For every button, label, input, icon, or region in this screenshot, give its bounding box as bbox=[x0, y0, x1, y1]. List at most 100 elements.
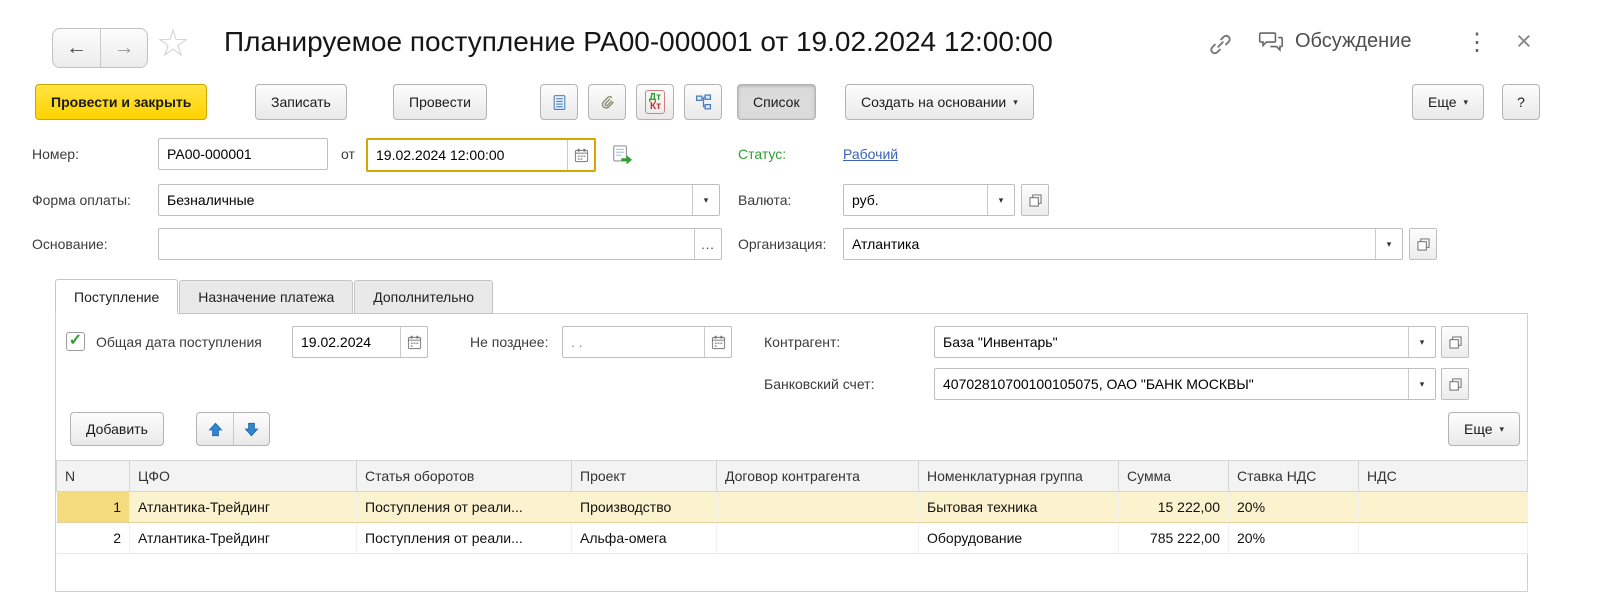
payment-form-label: Форма оплаты: bbox=[32, 192, 131, 208]
cell-vat[interactable] bbox=[1359, 492, 1528, 523]
cell-project[interactable]: Производство bbox=[572, 492, 717, 523]
not-later-input[interactable]: . . bbox=[562, 326, 732, 358]
tab-additional[interactable]: Дополнительно bbox=[354, 280, 493, 314]
help-button[interactable]: ? bbox=[1502, 84, 1540, 120]
contractor-label: Контрагент: bbox=[764, 334, 840, 350]
check-icon: ✓ bbox=[69, 333, 82, 349]
number-row: Номер: РА00-000001 от 19.02.2024 12:00:0… bbox=[0, 138, 1600, 172]
chevron-down-icon[interactable]: ▾ bbox=[692, 185, 719, 215]
contractor-select[interactable]: База "Инвентарь" ▾ bbox=[934, 326, 1436, 358]
cell-project[interactable]: Альфа-омега bbox=[572, 523, 717, 554]
cell-group[interactable]: Оборудование bbox=[919, 523, 1119, 554]
calendar-icon[interactable] bbox=[704, 327, 731, 357]
more-label: Еще bbox=[1464, 421, 1493, 437]
col-header-sum[interactable]: Сумма bbox=[1119, 461, 1229, 492]
forward-arrow-icon: → bbox=[114, 36, 135, 60]
table-header-row: N ЦФО Статья оборотов Проект Договор кон… bbox=[57, 461, 1528, 492]
document-movements-button[interactable]: ДтКт bbox=[636, 84, 674, 120]
back-arrow-icon: ← bbox=[66, 36, 87, 60]
chevron-down-icon[interactable]: ▾ bbox=[1375, 229, 1402, 259]
cell-article[interactable]: Поступления от реали... bbox=[357, 492, 572, 523]
basis-input[interactable]: ... bbox=[158, 228, 722, 260]
currency-label: Валюта: bbox=[738, 192, 791, 208]
cell-group[interactable]: Бытовая техника bbox=[919, 492, 1119, 523]
currency-open-button[interactable] bbox=[1021, 184, 1049, 216]
save-button[interactable]: Записать bbox=[255, 84, 347, 120]
discussion-button[interactable]: Обсуждение bbox=[1258, 30, 1412, 53]
forward-button[interactable]: → bbox=[100, 29, 147, 67]
structure-button[interactable] bbox=[684, 84, 722, 120]
favorite-star-icon[interactable]: ☆ bbox=[156, 22, 190, 66]
list-button[interactable]: Список bbox=[737, 84, 816, 120]
close-icon[interactable]: × bbox=[1516, 26, 1532, 57]
payment-form-value: Безналичные bbox=[159, 192, 692, 208]
open-icon bbox=[1449, 378, 1462, 391]
copy-link-icon[interactable] bbox=[1208, 32, 1233, 57]
choose-button[interactable]: ... bbox=[694, 229, 721, 259]
dt-kt-icon: ДтКт bbox=[645, 90, 665, 114]
post-and-close-button[interactable]: Провести и закрыть bbox=[35, 84, 207, 120]
number-input[interactable]: РА00-000001 bbox=[158, 138, 328, 170]
bank-account-select[interactable]: 40702810700100105075, ОАО "БАНК МОСКВЫ" … bbox=[934, 368, 1436, 400]
common-date-checkbox[interactable]: ✓ bbox=[66, 332, 85, 351]
col-header-contract[interactable]: Договор контрагента bbox=[717, 461, 919, 492]
contractor-open-button[interactable] bbox=[1441, 326, 1469, 358]
back-button[interactable]: ← bbox=[53, 29, 100, 67]
col-header-group[interactable]: Номенклатурная группа bbox=[919, 461, 1119, 492]
col-header-n[interactable]: N bbox=[57, 461, 130, 492]
cell-vat-rate[interactable]: 20% bbox=[1229, 492, 1359, 523]
post-button[interactable]: Провести bbox=[393, 84, 487, 120]
tab-payment-purpose[interactable]: Назначение платежа bbox=[179, 280, 353, 314]
contractor-value: База "Инвентарь" bbox=[935, 334, 1408, 350]
col-header-project[interactable]: Проект bbox=[572, 461, 717, 492]
chevron-down-icon[interactable]: ▾ bbox=[1408, 327, 1435, 357]
bank-account-row: Банковский счет: 40702810700100105075, О… bbox=[0, 368, 1600, 400]
cell-article[interactable]: Поступления от реали... bbox=[357, 523, 572, 554]
cell-cfo[interactable]: Атлантика-Трейдинг bbox=[130, 523, 357, 554]
table-row[interactable]: 1 Атлантика-Трейдинг Поступления от реал… bbox=[57, 492, 1528, 523]
chevron-down-icon[interactable]: ▾ bbox=[987, 185, 1014, 215]
calendar-icon[interactable] bbox=[400, 327, 427, 357]
add-row-button[interactable]: Добавить bbox=[70, 412, 164, 446]
chevron-down-icon[interactable]: ▾ bbox=[1408, 369, 1435, 399]
kebab-menu-icon[interactable]: ⋮ bbox=[1465, 28, 1489, 57]
cell-vat-rate[interactable]: 20% bbox=[1229, 523, 1359, 554]
from-label: от bbox=[341, 146, 355, 162]
cell-cfo[interactable]: Атлантика-Трейдинг bbox=[130, 492, 357, 523]
cell-sum[interactable]: 785 222,00 bbox=[1119, 523, 1229, 554]
col-header-cfo[interactable]: ЦФО bbox=[130, 461, 357, 492]
cell-n[interactable]: 2 bbox=[57, 523, 130, 554]
hierarchy-icon bbox=[695, 94, 712, 111]
not-later-label: Не позднее: bbox=[470, 334, 548, 350]
common-date-input[interactable]: 19.02.2024 bbox=[292, 326, 428, 358]
move-down-button[interactable] bbox=[233, 413, 269, 445]
col-header-vat-rate[interactable]: Ставка НДС bbox=[1229, 461, 1359, 492]
organization-open-button[interactable] bbox=[1409, 228, 1437, 260]
cell-contract[interactable] bbox=[717, 523, 919, 554]
number-value: РА00-000001 bbox=[159, 146, 327, 162]
payment-form-select[interactable]: Безналичные ▾ bbox=[158, 184, 720, 216]
cell-n[interactable]: 1 bbox=[57, 492, 130, 523]
create-from-button[interactable]: Создать на основании ▾ bbox=[845, 84, 1034, 120]
more-button-table[interactable]: Еще ▾ bbox=[1448, 412, 1520, 446]
calendar-icon[interactable] bbox=[567, 140, 594, 170]
fill-document-icon[interactable] bbox=[612, 144, 634, 164]
move-up-button[interactable] bbox=[197, 413, 233, 445]
cell-sum[interactable]: 15 222,00 bbox=[1119, 492, 1229, 523]
paperclip-icon bbox=[599, 94, 616, 111]
attachments-button[interactable] bbox=[588, 84, 626, 120]
tab-receipt[interactable]: Поступление bbox=[55, 279, 178, 314]
status-link[interactable]: Рабочий bbox=[843, 146, 898, 162]
organization-select[interactable]: Атлантика ▾ bbox=[843, 228, 1403, 260]
register-records-button[interactable] bbox=[540, 84, 578, 120]
cell-contract[interactable] bbox=[717, 492, 919, 523]
more-button-top[interactable]: Еще ▾ bbox=[1412, 84, 1484, 120]
date-input[interactable]: 19.02.2024 12:00:00 bbox=[366, 138, 596, 172]
table-row[interactable]: 2 Атлантика-Трейдинг Поступления от реал… bbox=[57, 523, 1528, 554]
organization-label: Организация: bbox=[738, 236, 826, 252]
col-header-article[interactable]: Статья оборотов bbox=[357, 461, 572, 492]
cell-vat[interactable] bbox=[1359, 523, 1528, 554]
bank-account-open-button[interactable] bbox=[1441, 368, 1469, 400]
currency-select[interactable]: руб. ▾ bbox=[843, 184, 1015, 216]
col-header-vat[interactable]: НДС bbox=[1359, 461, 1528, 492]
